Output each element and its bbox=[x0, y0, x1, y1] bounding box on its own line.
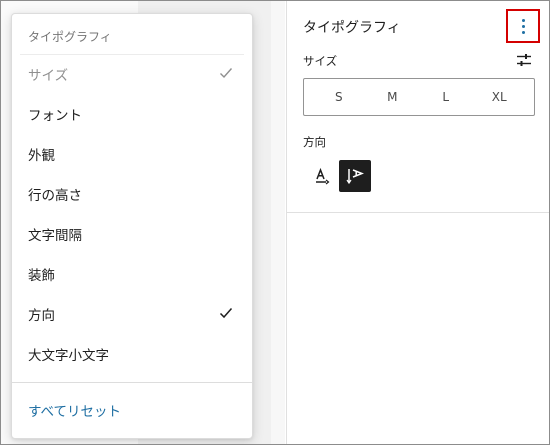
menu-item-letter-spacing[interactable]: 文字間隔 bbox=[12, 214, 252, 254]
menu-item-label: 大文字小文字 bbox=[28, 348, 109, 364]
checkmark-icon bbox=[219, 308, 233, 319]
menu-item-letter-case[interactable]: 大文字小文字 bbox=[12, 334, 252, 374]
canvas-edge bbox=[271, 1, 285, 444]
size-option-xl[interactable]: XL bbox=[477, 90, 521, 104]
menu-item-size[interactable]: サイズ bbox=[12, 54, 252, 94]
text-vertical-icon bbox=[346, 169, 364, 185]
kebab-vertical-icon[interactable] bbox=[506, 9, 540, 43]
panel-title: タイポグラフィ bbox=[303, 20, 401, 36]
orientation-label: 方向 bbox=[303, 135, 326, 149]
menu-item-label: 方向 bbox=[28, 308, 55, 324]
size-label: サイズ bbox=[303, 54, 338, 68]
typography-panel: タイポグラフィ サイズ S M L XL 方向 bbox=[286, 1, 549, 444]
menu-item-line-height[interactable]: 行の高さ bbox=[12, 174, 252, 214]
menu-item-orientation[interactable]: 方向 bbox=[12, 294, 252, 334]
text-vertical-button[interactable] bbox=[339, 160, 371, 192]
menu-divider bbox=[12, 382, 252, 383]
menu-item-label: 外観 bbox=[28, 148, 55, 164]
menu-item-label: 装飾 bbox=[28, 268, 55, 284]
sliders-icon[interactable] bbox=[516, 52, 532, 68]
menu-item-appearance[interactable]: 外観 bbox=[12, 134, 252, 174]
size-option-l[interactable]: L bbox=[424, 90, 468, 104]
reset-all-button[interactable]: すべてリセット bbox=[28, 400, 121, 420]
menu-item-label: 行の高さ bbox=[28, 188, 82, 204]
menu-item-font[interactable]: フォント bbox=[12, 94, 252, 134]
font-size-picker: S M L XL bbox=[303, 78, 535, 116]
panel-divider bbox=[287, 212, 549, 213]
checkmark-icon bbox=[220, 68, 233, 79]
size-option-s[interactable]: S bbox=[317, 90, 361, 104]
typography-options-menu: タイポグラフィ サイズ フォント 外観 行の高さ 文字間隔 装飾 方向 大文字小… bbox=[11, 13, 253, 439]
menu-header: タイポグラフィ bbox=[28, 30, 112, 44]
size-option-m[interactable]: M bbox=[370, 90, 414, 104]
menu-item-label: フォント bbox=[28, 108, 82, 124]
text-horizontal-button[interactable] bbox=[307, 160, 339, 192]
menu-item-label: サイズ bbox=[28, 68, 69, 84]
menu-item-label: 文字間隔 bbox=[28, 228, 82, 244]
text-horizontal-icon bbox=[316, 167, 330, 185]
menu-item-decoration[interactable]: 装飾 bbox=[12, 254, 252, 294]
